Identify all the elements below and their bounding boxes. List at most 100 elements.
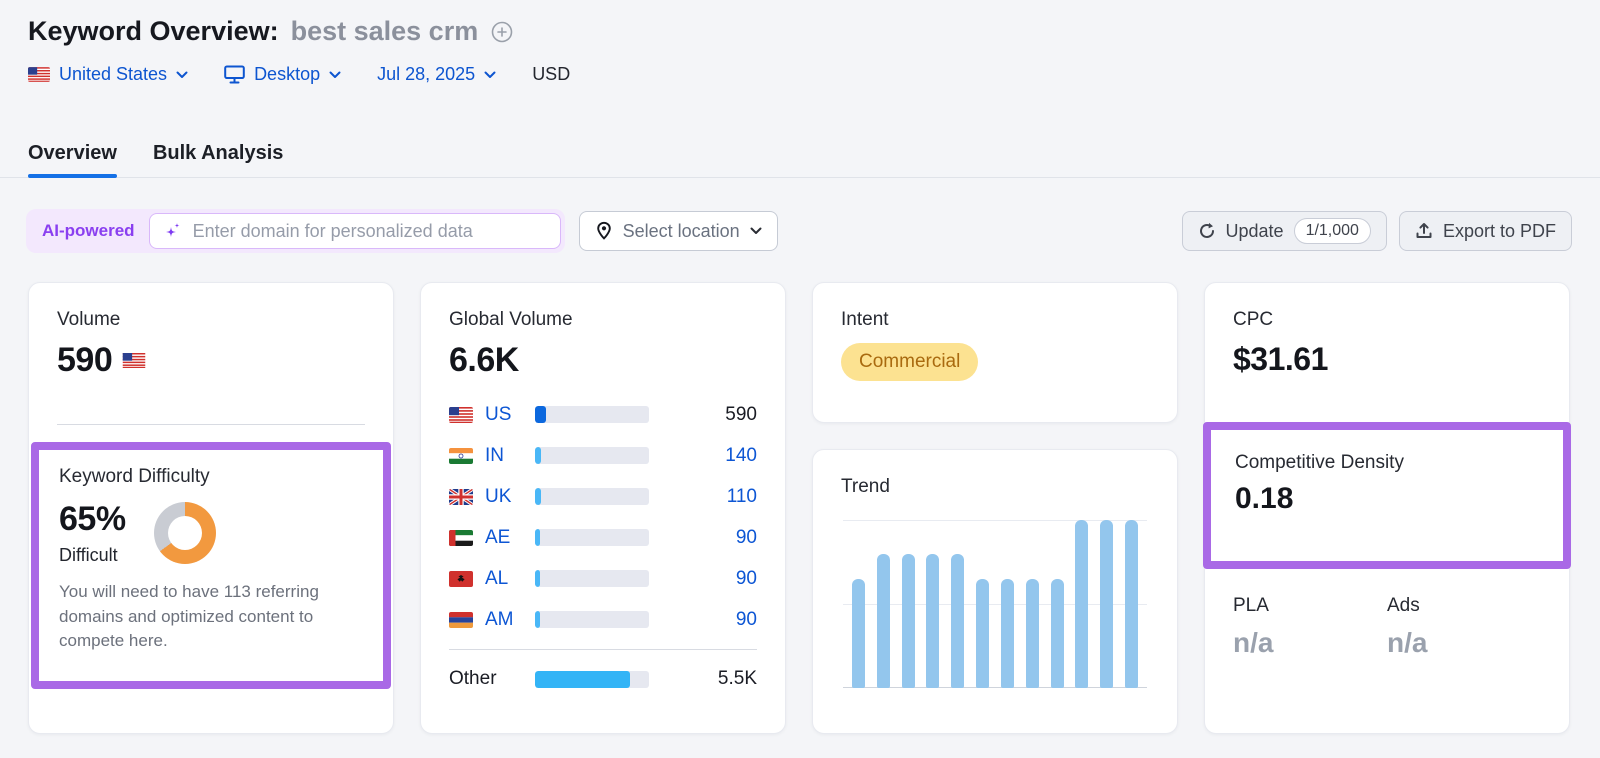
intent-title: Intent bbox=[841, 309, 1149, 331]
chevron-down-icon bbox=[484, 71, 496, 79]
trend-bar bbox=[1051, 579, 1064, 688]
trend-bar bbox=[902, 554, 915, 688]
country-volume-value: 90 bbox=[649, 568, 757, 590]
cpc-card: CPC $31.61 Competitive Density 0.18 PLA … bbox=[1204, 282, 1570, 734]
trend-bar bbox=[1001, 579, 1014, 688]
country-volume-bar bbox=[535, 447, 649, 464]
trend-bar bbox=[926, 554, 939, 688]
country-volume-row: AL 90 bbox=[449, 558, 757, 599]
country-filter[interactable]: United States bbox=[28, 64, 188, 85]
country-volume-value: 90 bbox=[649, 527, 757, 549]
volume-title: Volume bbox=[57, 309, 365, 331]
page-header: Keyword Overview: best sales crm bbox=[28, 16, 514, 47]
country-code: US bbox=[485, 404, 527, 426]
competitive-density-highlight-box: Competitive Density 0.18 bbox=[1203, 422, 1571, 569]
pla-ads-section: PLA n/a Ads n/a bbox=[1233, 595, 1541, 659]
plus-circle-icon bbox=[490, 20, 514, 44]
select-location-label: Select location bbox=[623, 221, 740, 242]
india-flag-icon bbox=[449, 448, 473, 464]
other-volume-value: 5.5K bbox=[649, 668, 757, 690]
competitive-density-value: 0.18 bbox=[1235, 482, 1539, 516]
global-volume-value: 6.6K bbox=[449, 341, 757, 380]
chevron-down-icon bbox=[329, 71, 341, 79]
uae-flag-icon bbox=[449, 530, 473, 546]
other-volume-row: Other 5.5K bbox=[449, 659, 757, 699]
other-label: Other bbox=[449, 668, 527, 690]
trend-bar bbox=[1125, 520, 1138, 688]
global-volume-card: Global Volume 6.6K US 590 IN 140 bbox=[420, 282, 786, 734]
export-pdf-button[interactable]: Export to PDF bbox=[1399, 211, 1572, 251]
country-volume-value: 90 bbox=[649, 609, 757, 631]
pla-title: PLA bbox=[1233, 595, 1387, 617]
ads-value: n/a bbox=[1387, 627, 1541, 659]
trend-bar bbox=[852, 579, 865, 688]
select-location-dropdown[interactable]: Select location bbox=[579, 211, 778, 251]
card-divider bbox=[57, 424, 365, 425]
filter-bar: United States Desktop Jul 28, 2025 USD bbox=[28, 64, 570, 85]
armenia-flag-icon bbox=[449, 612, 473, 628]
intent-card: Intent Commercial bbox=[812, 282, 1178, 423]
volume-kd-card: Volume 590 Keyword Difficulty 65% Diffic… bbox=[28, 282, 394, 734]
page-title: Keyword Overview: bbox=[28, 16, 279, 47]
device-filter[interactable]: Desktop bbox=[224, 64, 341, 85]
country-volume-bar bbox=[535, 488, 649, 505]
export-pdf-label: Export to PDF bbox=[1443, 221, 1556, 242]
keyword-difficulty-highlight-box: Keyword Difficulty 65% Difficult You wil… bbox=[31, 442, 391, 689]
country-code: AE bbox=[485, 527, 527, 549]
metrics-grid: Volume 590 Keyword Difficulty 65% Diffic… bbox=[28, 282, 1570, 734]
keyword-difficulty-value: 65% bbox=[59, 500, 126, 539]
global-volume-title: Global Volume bbox=[449, 309, 757, 331]
trend-bar bbox=[877, 554, 890, 688]
uk-flag-icon bbox=[449, 489, 473, 505]
date-filter-label: Jul 28, 2025 bbox=[377, 64, 475, 85]
country-volume-bar bbox=[535, 529, 649, 546]
desktop-monitor-icon bbox=[224, 65, 245, 84]
trend-bar-chart bbox=[843, 520, 1147, 688]
location-pin-icon bbox=[595, 221, 613, 241]
country-code: UK bbox=[485, 486, 527, 508]
us-flag-icon bbox=[449, 407, 473, 423]
country-volume-value: 590 bbox=[649, 404, 757, 426]
country-volume-value: 140 bbox=[649, 445, 757, 467]
device-filter-label: Desktop bbox=[254, 64, 320, 85]
other-volume-bar bbox=[535, 671, 649, 688]
trend-bar bbox=[951, 554, 964, 688]
keyword-difficulty-donut-chart bbox=[154, 502, 216, 564]
ai-powered-badge: AI-powered bbox=[42, 221, 135, 241]
country-code: AM bbox=[485, 609, 527, 631]
other-divider bbox=[449, 649, 757, 650]
update-button-label: Update bbox=[1226, 221, 1284, 242]
tab-overview[interactable]: Overview bbox=[28, 130, 117, 177]
keyword-difficulty-title: Keyword Difficulty bbox=[59, 466, 363, 488]
add-keyword-button[interactable] bbox=[490, 20, 514, 44]
date-filter[interactable]: Jul 28, 2025 bbox=[377, 64, 496, 85]
keyword-text: best sales crm bbox=[291, 16, 479, 47]
pla-value: n/a bbox=[1233, 627, 1387, 659]
domain-input-wrap bbox=[149, 213, 561, 249]
volume-value: 590 bbox=[57, 341, 112, 380]
ads-title: Ads bbox=[1387, 595, 1541, 617]
country-code: IN bbox=[485, 445, 527, 467]
export-upload-icon bbox=[1415, 222, 1433, 240]
trend-bar bbox=[1100, 520, 1113, 688]
trend-title: Trend bbox=[841, 476, 1149, 498]
toolbar: AI-powered Select location Update 1/1,00… bbox=[26, 209, 1572, 253]
cpc-title: CPC bbox=[1233, 309, 1541, 331]
tab-bar: Overview Bulk Analysis bbox=[0, 130, 1600, 178]
country-code: AL bbox=[485, 568, 527, 590]
country-volume-row: AM 90 bbox=[449, 599, 757, 640]
update-button[interactable]: Update 1/1,000 bbox=[1182, 211, 1387, 251]
us-flag-icon bbox=[122, 353, 146, 368]
country-volume-bar bbox=[535, 611, 649, 628]
ai-powered-container: AI-powered bbox=[26, 209, 565, 253]
update-quota-badge: 1/1,000 bbox=[1294, 218, 1371, 244]
currency-label: USD bbox=[532, 64, 570, 85]
country-volume-bar bbox=[535, 570, 649, 587]
keyword-difficulty-description: You will need to have 113 referring doma… bbox=[59, 580, 367, 654]
domain-input[interactable] bbox=[193, 221, 547, 242]
chevron-down-icon bbox=[176, 71, 188, 79]
competitive-density-title: Competitive Density bbox=[1235, 452, 1539, 474]
chevron-down-icon bbox=[750, 227, 762, 235]
intent-badge: Commercial bbox=[841, 343, 978, 381]
tab-bulk-analysis[interactable]: Bulk Analysis bbox=[153, 130, 283, 177]
